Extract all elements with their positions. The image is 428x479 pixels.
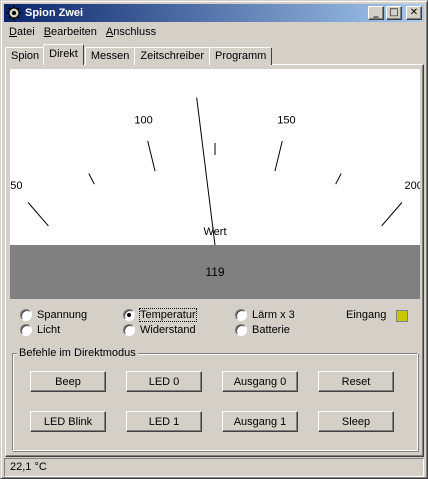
commands-group: Befehle im Direktmodus <box>12 347 418 451</box>
meter-major-tick <box>147 140 156 172</box>
radio-spannung-label: Spannung <box>37 309 88 321</box>
meter-dial: 050100150200250 Wert <box>10 97 420 245</box>
title-bar[interactable]: Spion Zwei _ □ ✕ <box>4 4 424 22</box>
radio-spannung[interactable]: Spannung <box>20 308 87 322</box>
meter-scale-label: 200 <box>404 180 420 192</box>
minimize-icon: _ <box>373 7 379 18</box>
ausgang0-button-label: Ausgang 0 <box>233 375 287 388</box>
radio-widerstand[interactable]: Widerstand <box>123 323 196 337</box>
tab-zeitschreiber[interactable]: Zeitschreiber <box>134 47 210 65</box>
meter-major-tick <box>381 202 403 227</box>
meter-scale-label: 100 <box>134 115 152 127</box>
radio-batterie[interactable]: Batterie <box>235 323 290 337</box>
tab-programm[interactable]: Programm <box>208 47 273 65</box>
meter-minor-tick <box>335 173 342 185</box>
radio-licht-label: Licht <box>37 324 61 336</box>
tab-direkt[interactable]: Direkt <box>43 44 84 65</box>
menu-bearbeiten[interactable]: Bearbeiten <box>39 26 101 38</box>
radio-temperatur-label: Temperatur <box>139 308 197 322</box>
analog-meter: 050100150200250 Wert <box>10 69 420 245</box>
eingang-label: Eingang <box>346 309 387 321</box>
meter-major-tick <box>27 202 49 227</box>
radio-circle[interactable] <box>20 309 32 321</box>
meter-scale-label: 150 <box>277 115 295 127</box>
tab-spion[interactable]: Spion <box>5 47 46 65</box>
led-blink-button[interactable]: LED Blink <box>30 411 106 432</box>
tab-strip: Spion Direkt Messen Zeitschreiber Progra… <box>5 43 273 65</box>
beep-button[interactable]: Beep <box>30 371 106 392</box>
radio-licht[interactable]: Licht <box>20 323 60 337</box>
tab-messen[interactable]: Messen <box>84 47 136 65</box>
app-window: Spion Zwei _ □ ✕ Datei Bearbeiten Anschl… <box>0 0 428 479</box>
commands-group-title: Befehle im Direktmodus <box>17 347 138 359</box>
led1-button-label: LED 1 <box>148 415 180 428</box>
status-temperature: 22,1 °C <box>10 461 47 473</box>
meter-needle <box>196 97 216 245</box>
window-title: Spion Zwei <box>25 7 84 19</box>
radio-circle[interactable] <box>20 324 32 336</box>
ausgang1-button[interactable]: Ausgang 1 <box>222 411 298 432</box>
radio-laerm[interactable]: Lärm x 3 <box>235 308 295 322</box>
radio-circle-selected[interactable] <box>123 309 135 321</box>
menu-datei-mnemonic: D <box>9 26 17 38</box>
close-button[interactable]: ✕ <box>406 6 422 20</box>
menu-anschluss-label: nschluss <box>113 26 157 38</box>
sleep-button[interactable]: Sleep <box>318 411 394 432</box>
eingang-led-indicator <box>396 310 408 322</box>
app-icon[interactable] <box>6 5 22 21</box>
radio-circle[interactable] <box>235 309 247 321</box>
meter-major-tick <box>274 140 283 172</box>
status-bar: 22,1 °C <box>4 458 424 477</box>
menu-bar: Datei Bearbeiten Anschluss <box>4 23 424 41</box>
maximize-button[interactable]: □ <box>386 6 402 20</box>
radio-batterie-label: Batterie <box>252 324 290 336</box>
led0-button[interactable]: LED 0 <box>126 371 202 392</box>
beep-button-label: Beep <box>55 375 81 388</box>
radio-circle[interactable] <box>123 324 135 336</box>
maximize-icon: □ <box>389 7 399 18</box>
radio-temperatur[interactable]: Temperatur <box>123 308 197 322</box>
led-blink-button-label: LED Blink <box>43 415 93 428</box>
meter-scale-label: 50 <box>10 180 22 192</box>
menu-anschluss[interactable]: Anschluss <box>101 26 160 38</box>
menu-datei-label: atei <box>16 26 35 38</box>
radio-laerm-label: Lärm x 3 <box>252 309 295 321</box>
ausgang0-button[interactable]: Ausgang 0 <box>222 371 298 392</box>
meter-caption: Wert <box>203 226 226 238</box>
value-display: 119 <box>10 245 420 299</box>
value-readout: 119 <box>205 265 225 279</box>
reset-button[interactable]: Reset <box>318 371 394 392</box>
menu-bearbeiten-label: earbeiten <box>51 26 97 38</box>
radio-widerstand-label: Widerstand <box>140 324 196 336</box>
ausgang1-button-label: Ausgang 1 <box>233 415 287 428</box>
reset-button-label: Reset <box>341 375 371 388</box>
menu-datei[interactable]: Datei <box>4 26 39 38</box>
radio-circle[interactable] <box>235 324 247 336</box>
minimize-button[interactable]: _ <box>368 6 384 20</box>
menu-bearbeiten-mnemonic: B <box>43 26 52 38</box>
led1-button[interactable]: LED 1 <box>126 411 202 432</box>
sleep-button-label: Sleep <box>341 415 371 428</box>
meter-minor-tick <box>88 173 95 185</box>
led0-button-label: LED 0 <box>148 375 180 388</box>
close-icon: ✕ <box>409 7 419 18</box>
